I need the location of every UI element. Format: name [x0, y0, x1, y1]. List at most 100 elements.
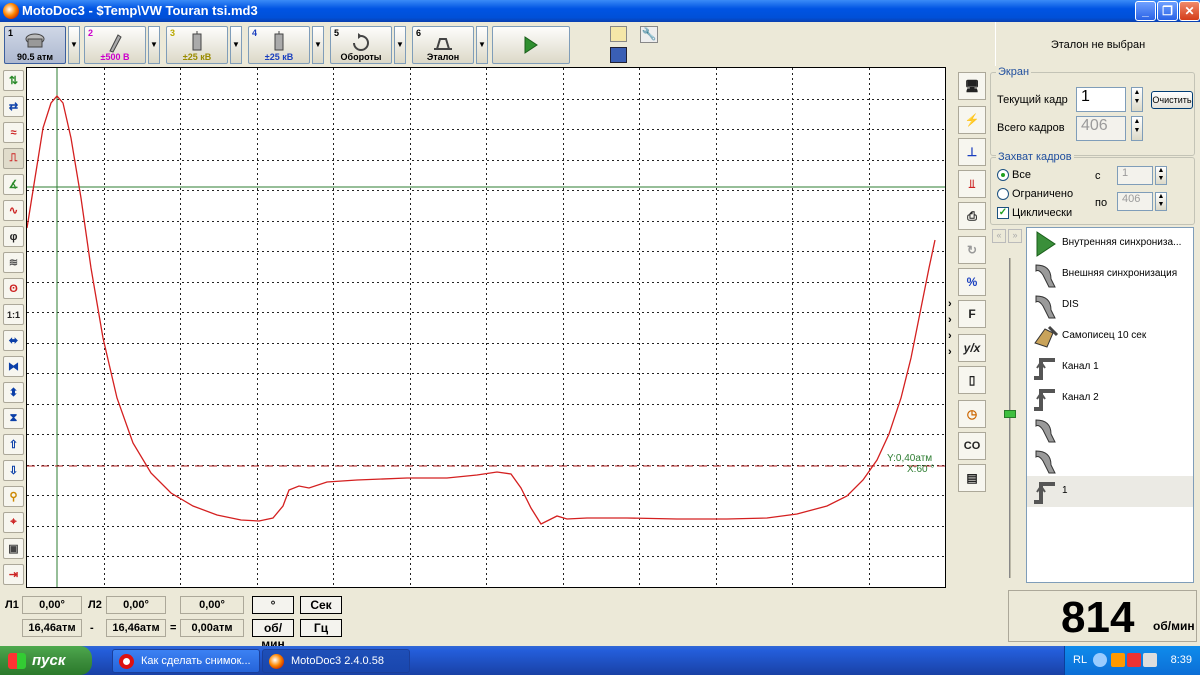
channel-6-button[interactable]: 6 Эталон [412, 26, 474, 64]
sensitivity-slider[interactable] [1004, 258, 1016, 578]
cyclic-checkbox[interactable]: ✓ [997, 207, 1009, 219]
camera-icon[interactable]: ▣ [3, 538, 24, 559]
tray-app-icon[interactable] [1111, 653, 1125, 667]
channel-1-dropdown[interactable]: ▼ [68, 26, 80, 64]
wrench-icon[interactable]: 🔧 [640, 26, 658, 43]
to-input: 406 [1117, 192, 1153, 211]
sync-item-internal[interactable]: Внутренняя синхрониза... [1027, 228, 1193, 259]
marker-icon[interactable]: ⎍ [3, 148, 24, 169]
tray-security-icon[interactable] [1127, 653, 1141, 667]
slider-thumb[interactable] [1004, 410, 1016, 418]
zoom-toggle-icon[interactable]: ⇅ [3, 70, 24, 91]
task-button-opera[interactable]: Как сделать снимок... [112, 649, 260, 673]
f-function-icon[interactable]: F [958, 300, 986, 328]
printer-icon[interactable]: ⎙ [958, 202, 986, 230]
expand-arrow-icon[interactable]: › [948, 314, 952, 326]
arrow-up-icon[interactable]: ⇧ [3, 434, 24, 455]
tray-arrow-icon[interactable] [1093, 653, 1107, 667]
device-icon[interactable]: ▤ [958, 464, 986, 492]
sync-item-channel-1[interactable]: Канал 1 [1027, 352, 1193, 383]
cyclic-label: Циклически [1012, 207, 1073, 219]
capture-group-title: Захват кадров [996, 151, 1074, 163]
cursor-x-readout: X:60 ° [907, 464, 935, 475]
sync-item-recorder[interactable]: Самописец 10 сек [1027, 321, 1193, 352]
current-frame-spinner[interactable]: ▲ ▼ [1131, 87, 1143, 112]
channel-3-button[interactable]: 3 ±25 кВ [166, 26, 228, 64]
refresh-icon[interactable]: ↻ [958, 236, 986, 264]
seconds-unit-button[interactable]: Сек [300, 596, 342, 614]
rpm-display: 814 об/мин [1008, 590, 1197, 642]
angle-icon[interactable]: ∡ [3, 174, 24, 195]
arrow-down-icon[interactable]: ⇩ [3, 460, 24, 481]
language-indicator[interactable]: RL [1073, 654, 1087, 666]
l2-value: 0,00° [106, 596, 166, 614]
capture-limited-radio[interactable] [997, 188, 1009, 200]
monitor-icon[interactable]: 🖥 [958, 72, 986, 100]
current-frame-input[interactable]: 1 [1076, 87, 1126, 112]
sync-item-probe-a[interactable] [1027, 414, 1193, 445]
sine-icon[interactable]: ∿ [3, 200, 24, 221]
battery-icon[interactable]: ▯ [958, 366, 986, 394]
play-button[interactable] [492, 26, 570, 64]
channel-1-button[interactable]: 1 90.5 атм [4, 26, 66, 64]
trigger-icon[interactable]: ⫫ [958, 170, 986, 198]
expand-arrow-icon[interactable]: › [948, 298, 952, 310]
channel-4-button[interactable]: 4 ±25 кВ [248, 26, 310, 64]
screen-group [990, 72, 1195, 156]
save-icon[interactable] [610, 47, 627, 63]
expand-vertical-icon[interactable]: ⬍ [3, 382, 24, 403]
channel-2-dropdown[interactable]: ▼ [148, 26, 160, 64]
cursor-icon[interactable]: ⌖ [3, 512, 24, 533]
exit-icon[interactable]: ⇥ [3, 564, 24, 585]
maximize-button[interactable]: ❐ [1157, 1, 1178, 21]
compress-vertical-icon[interactable]: ⧗ [3, 408, 24, 429]
capture-all-radio[interactable] [997, 169, 1009, 181]
ratio-icon[interactable]: y/x [958, 334, 986, 362]
sync-pulse-icon[interactable]: ⊥ [958, 138, 986, 166]
hertz-unit-button[interactable]: Гц [300, 619, 342, 637]
sync-item-dis[interactable]: DIS [1027, 290, 1193, 321]
channel-4-dropdown[interactable]: ▼ [312, 26, 324, 64]
channel-6-dropdown[interactable]: ▼ [476, 26, 488, 64]
waveform-icon[interactable]: ≈ [3, 122, 24, 143]
oscilloscope-screen[interactable]: Y:0,40атм X:60 ° [26, 67, 946, 588]
edge-trigger-icon [1034, 482, 1055, 504]
sync-item-channel-2[interactable]: Канал 2 [1027, 383, 1193, 414]
degree-720-icon[interactable]: ⇄ [3, 96, 24, 117]
expand-arrow-icon[interactable]: › [948, 346, 952, 358]
channel-2-button[interactable]: 2 ±500 В [84, 26, 146, 64]
minimize-button[interactable]: _ [1135, 1, 1156, 21]
task-button-motodoc[interactable]: MotoDoc3 2.4.0.58 [262, 649, 410, 673]
rpm-unit-button[interactable]: об/мин [252, 619, 294, 651]
search-icon[interactable]: ⚲ [3, 486, 24, 507]
next-page-icon[interactable]: » [1008, 229, 1022, 243]
sync-item-external[interactable]: Внешняя синхронизация [1027, 259, 1193, 290]
clear-button[interactable]: Очистить [1151, 91, 1193, 109]
expand-arrow-icon[interactable]: › [948, 330, 952, 342]
channel-5-dropdown[interactable]: ▼ [394, 26, 406, 64]
pressure-sensor-icon [25, 33, 45, 48]
degree-unit-button[interactable]: ° [252, 596, 294, 614]
sync-item-label: Внутренняя синхрониза... [1062, 237, 1182, 248]
sync-item-selected[interactable]: 1 [1027, 476, 1193, 507]
close-button[interactable]: ✕ [1179, 1, 1200, 21]
overlay-icon[interactable]: ʘ [3, 278, 24, 299]
volume-icon[interactable] [1143, 653, 1157, 667]
start-button[interactable]: пуск [0, 646, 92, 675]
open-file-icon[interactable] [610, 26, 627, 42]
clock-icon[interactable]: ◷ [958, 400, 986, 428]
ignition-spark-icon[interactable]: ⚡ [958, 106, 986, 134]
channel-3-label: ±25 кВ [182, 52, 212, 62]
prev-page-icon[interactable]: « [992, 229, 1006, 243]
channel-3-dropdown[interactable]: ▼ [230, 26, 242, 64]
percent-icon[interactable]: % [958, 268, 986, 296]
total-frames-spinner: ▲ ▼ [1131, 116, 1143, 141]
sync-item-probe-b[interactable] [1027, 445, 1193, 476]
expand-horizontal-icon[interactable]: ⬌ [3, 330, 24, 351]
channel-5-button[interactable]: 5 Обороты [330, 26, 392, 64]
co-gas-icon[interactable]: CO [958, 432, 986, 460]
filter-icon[interactable]: ≋ [3, 252, 24, 273]
scale-1-1-icon[interactable]: 1:1 [3, 304, 24, 325]
phi-icon[interactable]: φ [3, 226, 24, 247]
compress-horizontal-icon[interactable]: ⧓ [3, 356, 24, 377]
